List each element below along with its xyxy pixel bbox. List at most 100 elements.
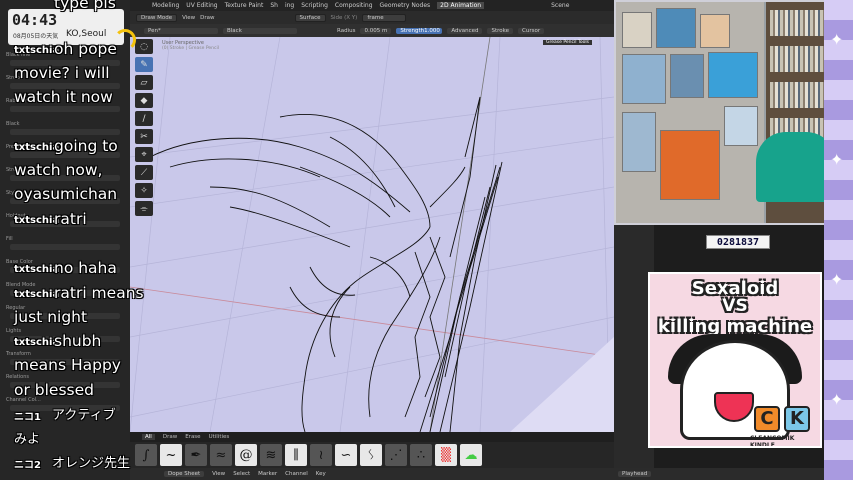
brush-selector[interactable]: Pen* [144,27,218,34]
properties-row: Preview [6,144,26,150]
grease-pencil-canvas[interactable] [130,37,614,432]
shelf-tab[interactable]: Utilities [209,434,230,440]
poster-5 [670,54,704,98]
editor-type-dropdown[interactable]: Dope Sheet [164,471,205,477]
properties-field[interactable] [10,198,120,204]
properties-field[interactable] [10,267,120,273]
brush-thumb-4[interactable]: ≈ [210,444,232,466]
brush-thumb-1[interactable]: ∫ [135,444,157,466]
line-tool-icon[interactable]: ⟋ [135,165,153,180]
clock-widget: 04:43 08月05日の天気 KO,Seoul [8,9,136,51]
radius-field[interactable]: 0.005 m [360,27,392,34]
brush-thumb-5[interactable]: @ [235,444,257,466]
brush-thumb-6[interactable]: ≋ [260,444,282,466]
brush-thumb-2[interactable]: ~ [160,444,182,466]
workspace-tab[interactable]: Modeling [152,2,179,9]
workspace-tab[interactable]: Scripting [301,2,328,9]
draw-tool-icon[interactable]: ✎ [135,57,153,72]
star-icon: ✦ [830,390,844,409]
properties-field[interactable] [10,129,120,135]
art-title-line2: VS [722,296,748,316]
properties-field[interactable] [10,106,120,112]
properties-field[interactable] [10,290,120,296]
properties-field[interactable] [10,83,120,89]
properties-field[interactable] [10,175,120,181]
art-card-overlay: Sexaloid VS killing machine C K CLEANCOM… [648,272,822,448]
properties-field[interactable] [10,336,120,342]
stroke-placement-label: Side (X Y) [330,14,358,21]
shelf-tab[interactable]: Erase [185,434,200,440]
advanced-dropdown[interactable]: Advanced [447,27,483,34]
brush-thumb-12[interactable]: ∴ [410,444,432,466]
weather-sun-icon [114,29,136,51]
properties-field[interactable] [10,221,120,227]
erase-tool-icon[interactable]: ▱ [135,75,153,90]
3d-viewport[interactable]: User Perspective (0) Stroke | Grease Pen… [130,37,614,432]
decorative-border-strip: ✦ ✦ ✦ ✦ [824,0,853,480]
poster-3 [700,14,730,48]
polyline-tool-icon[interactable]: ✧ [135,183,153,198]
workspace-tab[interactable]: UV Editing [186,2,217,9]
properties-row: Relations [6,374,29,380]
art-credits: CLEANCOMIK KINDLE [750,435,795,448]
brush-thumb-9[interactable]: ∽ [335,444,357,466]
surface-dropdown[interactable]: Surface [294,13,326,22]
properties-field[interactable] [10,313,120,319]
brush-thumb-8[interactable]: ≀ [310,444,332,466]
properties-field[interactable] [10,60,120,66]
properties-row: Fill [6,236,13,242]
properties-field[interactable] [10,359,120,365]
workspace-tab[interactable]: Texture Paint [225,2,264,9]
timeline-menu-item[interactable]: Key [316,471,326,477]
properties-field[interactable] [10,382,120,388]
timeline-right-header: Playhead [614,468,853,480]
workspace-tab[interactable]: Compositing [335,2,373,9]
view-menu[interactable]: View [182,15,195,21]
timeline-menu-item[interactable]: Marker [258,471,277,477]
star-icon: ✦ [830,30,844,49]
brush-thumb-7[interactable]: ∥ [285,444,307,466]
cutter-tool-icon[interactable]: ✂ [135,129,153,144]
brush-thumb-14[interactable]: ☁ [460,444,482,466]
star-icon: ✦ [830,270,844,289]
timeline-menu-item[interactable]: View [212,471,225,477]
properties-field[interactable] [10,152,120,158]
cursor-dropdown[interactable]: Cursor [518,27,545,34]
timeline-menu-item[interactable]: Select [233,471,250,477]
cleancomik-logo-icon: C [754,406,780,432]
workspace-tab[interactable]: ing [285,2,294,9]
scene-selector[interactable]: Scene [551,2,569,9]
workspace-tab[interactable]: Sh [270,2,278,9]
fill-tool-icon[interactable]: ◆ [135,93,153,108]
workspace-tab[interactable]: 2D Animation [437,2,485,9]
frame-dropdown[interactable]: frame [362,13,407,22]
timeline-menu-item[interactable]: Channel [285,471,308,477]
properties-row: Stroke [6,75,22,81]
brush-thumb-11[interactable]: ⋰ [385,444,407,466]
clock-time: 04:43 [12,11,58,29]
mode-dropdown[interactable]: Draw Mode [136,13,178,22]
brush-thumb-3[interactable]: ✒ [185,444,207,466]
properties-row: Regular [6,305,26,311]
brush-asset-shelf: ∫ ~ ✒ ≈ @ ≋ ∥ ≀ ∽ ᛊ ⋰ ∴ ▒ ☁ [130,442,614,468]
workspace-tab[interactable]: Geometry Nodes [380,2,431,9]
grease-pencil-tools-tab[interactable]: Grease Pencil Tools [543,40,592,45]
properties-field[interactable] [10,405,120,411]
stroke-dropdown[interactable]: Stroke [487,27,514,34]
brush-thumb-13[interactable]: ▒ [435,444,457,466]
select-tool-icon[interactable]: ◌ [135,39,153,54]
strength-field[interactable]: Strength 1.000 [396,27,443,34]
interpolate-tool-icon[interactable]: ⌯ [135,201,153,216]
tint-tool-icon[interactable]: ∕ [135,111,153,126]
shelf-tab[interactable]: All [142,434,155,440]
playhead-dropdown[interactable]: Playhead [618,471,652,477]
radius-label: Radius [337,27,356,34]
material-selector[interactable]: Black [223,27,297,34]
shelf-tab[interactable]: Draw [163,434,177,440]
draw-menu[interactable]: Draw [200,15,214,21]
tool-toolbar: ◌ ✎ ▱ ◆ ∕ ✂ ⌖ ⟋ ✧ ⌯ [135,39,155,216]
eyedropper-tool-icon[interactable]: ⌖ [135,147,153,162]
properties-field[interactable] [10,244,120,250]
brush-thumb-10[interactable]: ᛊ [360,444,382,466]
properties-row: Style [6,190,19,196]
